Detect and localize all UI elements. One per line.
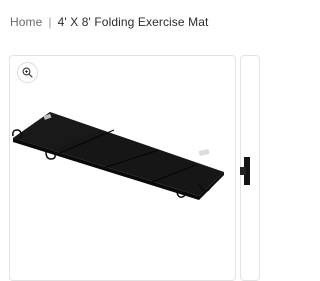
product-image — [12, 112, 224, 200]
next-product-image-peek — [240, 157, 250, 185]
breadcrumb-current-page: 4' X 8' Folding Exercise Mat — [57, 15, 209, 29]
zoom-button[interactable] — [17, 62, 38, 83]
breadcrumb-separator: | — [48, 15, 52, 29]
breadcrumb: Home | 4' X 8' Folding Exercise Mat — [10, 14, 208, 30]
zoom-in-icon — [22, 67, 33, 78]
breadcrumb-home-link[interactable]: Home — [10, 15, 42, 29]
brand-patch — [198, 149, 210, 156]
